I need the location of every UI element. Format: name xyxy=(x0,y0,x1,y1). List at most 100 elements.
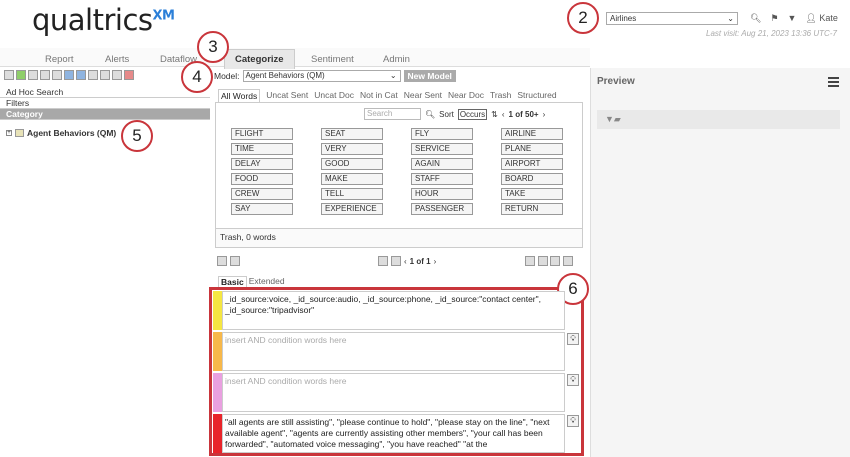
word-chip[interactable]: STAFF xyxy=(411,173,473,185)
preview-filter-bar[interactable]: ▼▰ xyxy=(597,110,840,129)
rule-tools-right xyxy=(525,256,573,268)
rule-view-icon-1[interactable] xyxy=(525,256,535,266)
tab-extended[interactable]: Extended xyxy=(249,276,285,287)
trash-icon[interactable] xyxy=(378,256,388,266)
word-chip[interactable]: HOUR xyxy=(411,188,473,200)
condition-placeholder: insert AND condition words here xyxy=(225,376,347,386)
subtab-near-sent[interactable]: Near Sent xyxy=(404,90,442,102)
word-chip[interactable]: MAKE xyxy=(321,173,383,185)
project-select[interactable]: Airlines ⌄ xyxy=(606,12,738,25)
add-icon[interactable] xyxy=(16,70,26,80)
add-rule-icon[interactable] xyxy=(391,256,401,266)
hamburger-menu-icon[interactable] xyxy=(828,77,839,89)
word-chip[interactable]: BOARD xyxy=(501,173,563,185)
grid-icon[interactable] xyxy=(100,70,110,80)
subtab-structured[interactable]: Structured xyxy=(517,90,556,102)
tab-categorize[interactable]: Categorize xyxy=(224,49,295,69)
search-icon[interactable]: 🔍︎ xyxy=(425,110,435,119)
move-up-icon[interactable] xyxy=(64,70,74,80)
suggest-bulb-icon[interactable]: 💡︎ xyxy=(567,333,579,345)
subtab-uncat-doc[interactable]: Uncat Doc xyxy=(314,90,354,102)
import-icon[interactable] xyxy=(28,70,38,80)
category-tree-item[interactable]: + Agent Behaviors (QM) xyxy=(6,128,116,138)
ad-hoc-search-row[interactable]: Ad Hoc Search xyxy=(0,87,210,98)
expand-icon[interactable]: + xyxy=(6,130,12,136)
rule-view-icon-3[interactable] xyxy=(550,256,561,266)
rule-copy-icon[interactable] xyxy=(229,256,240,266)
new-model-button[interactable]: New Model xyxy=(403,70,456,82)
search-input[interactable]: Search xyxy=(364,108,421,120)
rule-editor-tabs: Basic Extended xyxy=(218,276,285,287)
rule-page-indicator: 1 of 1 xyxy=(409,256,431,266)
sort-select[interactable]: Occurs xyxy=(457,108,488,120)
condition-row-1: _id_source:voice, _id_source:audio, _id_… xyxy=(213,291,565,330)
save-icon[interactable] xyxy=(4,70,14,80)
word-chip[interactable]: GOOD xyxy=(321,158,383,170)
user-icon: 👤︎ xyxy=(805,13,817,23)
word-chip[interactable]: FLY xyxy=(411,128,473,140)
word-chip[interactable]: TAKE xyxy=(501,188,563,200)
word-chip[interactable]: AGAIN xyxy=(411,158,473,170)
rule-view-icon-2[interactable] xyxy=(537,256,548,266)
rules-icon[interactable] xyxy=(52,70,62,80)
word-chip[interactable]: AIRLINE xyxy=(501,128,563,140)
rule-save-icon[interactable] xyxy=(217,256,227,266)
export-icon[interactable] xyxy=(112,70,122,80)
preview-title: Preview xyxy=(597,76,635,87)
page-indicator: 1 of 50+ xyxy=(508,109,539,119)
chevron-down-icon: ⌄ xyxy=(727,14,734,23)
word-chip[interactable]: SERVICE xyxy=(411,143,473,155)
tab-sentiment[interactable]: Sentiment xyxy=(311,54,354,65)
move-down-icon[interactable] xyxy=(76,70,86,80)
prev-page-icon[interactable]: ‹ xyxy=(502,110,505,119)
word-chip[interactable]: TIME xyxy=(231,143,293,155)
user-menu[interactable]: 👤︎ Kate xyxy=(805,13,837,24)
word-chip[interactable]: DELAY xyxy=(231,158,293,170)
condition-color-bar xyxy=(213,373,222,412)
search-icon[interactable]: 🔍︎ xyxy=(750,13,761,24)
tab-basic[interactable]: Basic xyxy=(218,276,247,287)
word-chip[interactable]: TELL xyxy=(321,188,383,200)
word-chip[interactable]: FLIGHT xyxy=(231,128,293,140)
condition-row-3: insert AND condition words here xyxy=(213,373,565,412)
edit-icon[interactable] xyxy=(40,70,50,80)
tab-alerts[interactable]: Alerts xyxy=(105,54,129,65)
word-chip[interactable]: SEAT xyxy=(321,128,383,140)
word-chip[interactable]: EXPERIENCE xyxy=(321,203,383,215)
filter-icon[interactable]: ▼ xyxy=(788,13,797,24)
sort-direction-icon[interactable]: ⇅ xyxy=(491,110,498,119)
tab-report[interactable]: Report xyxy=(45,54,74,65)
rule-view-icon-4[interactable] xyxy=(562,256,573,266)
suggest-bulb-icon[interactable]: 💡︎ xyxy=(567,415,579,427)
flag-icon[interactable]: ⚑ xyxy=(770,13,778,24)
hierarchy-icon[interactable] xyxy=(88,70,98,80)
condition-row-4: "all agents are still assisting", "pleas… xyxy=(213,414,565,453)
condition-row-2: insert AND condition words here xyxy=(213,332,565,371)
last-visit-text: Last visit: Aug 21, 2023 13:36 UTC-7 xyxy=(706,29,837,38)
condition-color-bar xyxy=(213,414,222,453)
subtab-all-words[interactable]: All Words xyxy=(218,89,261,102)
next-rule-icon[interactable]: › xyxy=(434,257,437,266)
word-subtabs: All Words Uncat Sent Uncat Doc Not in Ca… xyxy=(218,89,557,102)
delete-icon[interactable] xyxy=(124,70,134,80)
tab-admin[interactable]: Admin xyxy=(383,54,410,65)
subtab-not-in-cat[interactable]: Not in Cat xyxy=(360,90,398,102)
word-chip[interactable]: FOOD xyxy=(231,173,293,185)
word-chip[interactable]: PASSENGER xyxy=(411,203,473,215)
subtab-uncat-sent[interactable]: Uncat Sent xyxy=(266,90,308,102)
prev-rule-icon[interactable]: ‹ xyxy=(404,257,407,266)
word-chip[interactable]: CREW xyxy=(231,188,293,200)
model-select[interactable]: Agent Behaviors (QM) ⌄ xyxy=(242,70,401,82)
subtab-trash[interactable]: Trash xyxy=(490,90,511,102)
word-chip[interactable]: RETURN xyxy=(501,203,563,215)
sort-label: Sort xyxy=(439,109,454,119)
word-chip[interactable]: AIRPORT xyxy=(501,158,563,170)
suggest-bulb-icon[interactable]: 💡︎ xyxy=(567,374,579,386)
word-chip[interactable]: PLANE xyxy=(501,143,563,155)
word-chip[interactable]: VERY xyxy=(321,143,383,155)
subtab-near-doc[interactable]: Near Doc xyxy=(448,90,484,102)
word-chip[interactable]: SAY xyxy=(231,203,293,215)
next-page-icon[interactable]: › xyxy=(543,110,546,119)
filters-row[interactable]: Filters xyxy=(0,98,210,109)
callout-3: 3 xyxy=(197,31,229,63)
